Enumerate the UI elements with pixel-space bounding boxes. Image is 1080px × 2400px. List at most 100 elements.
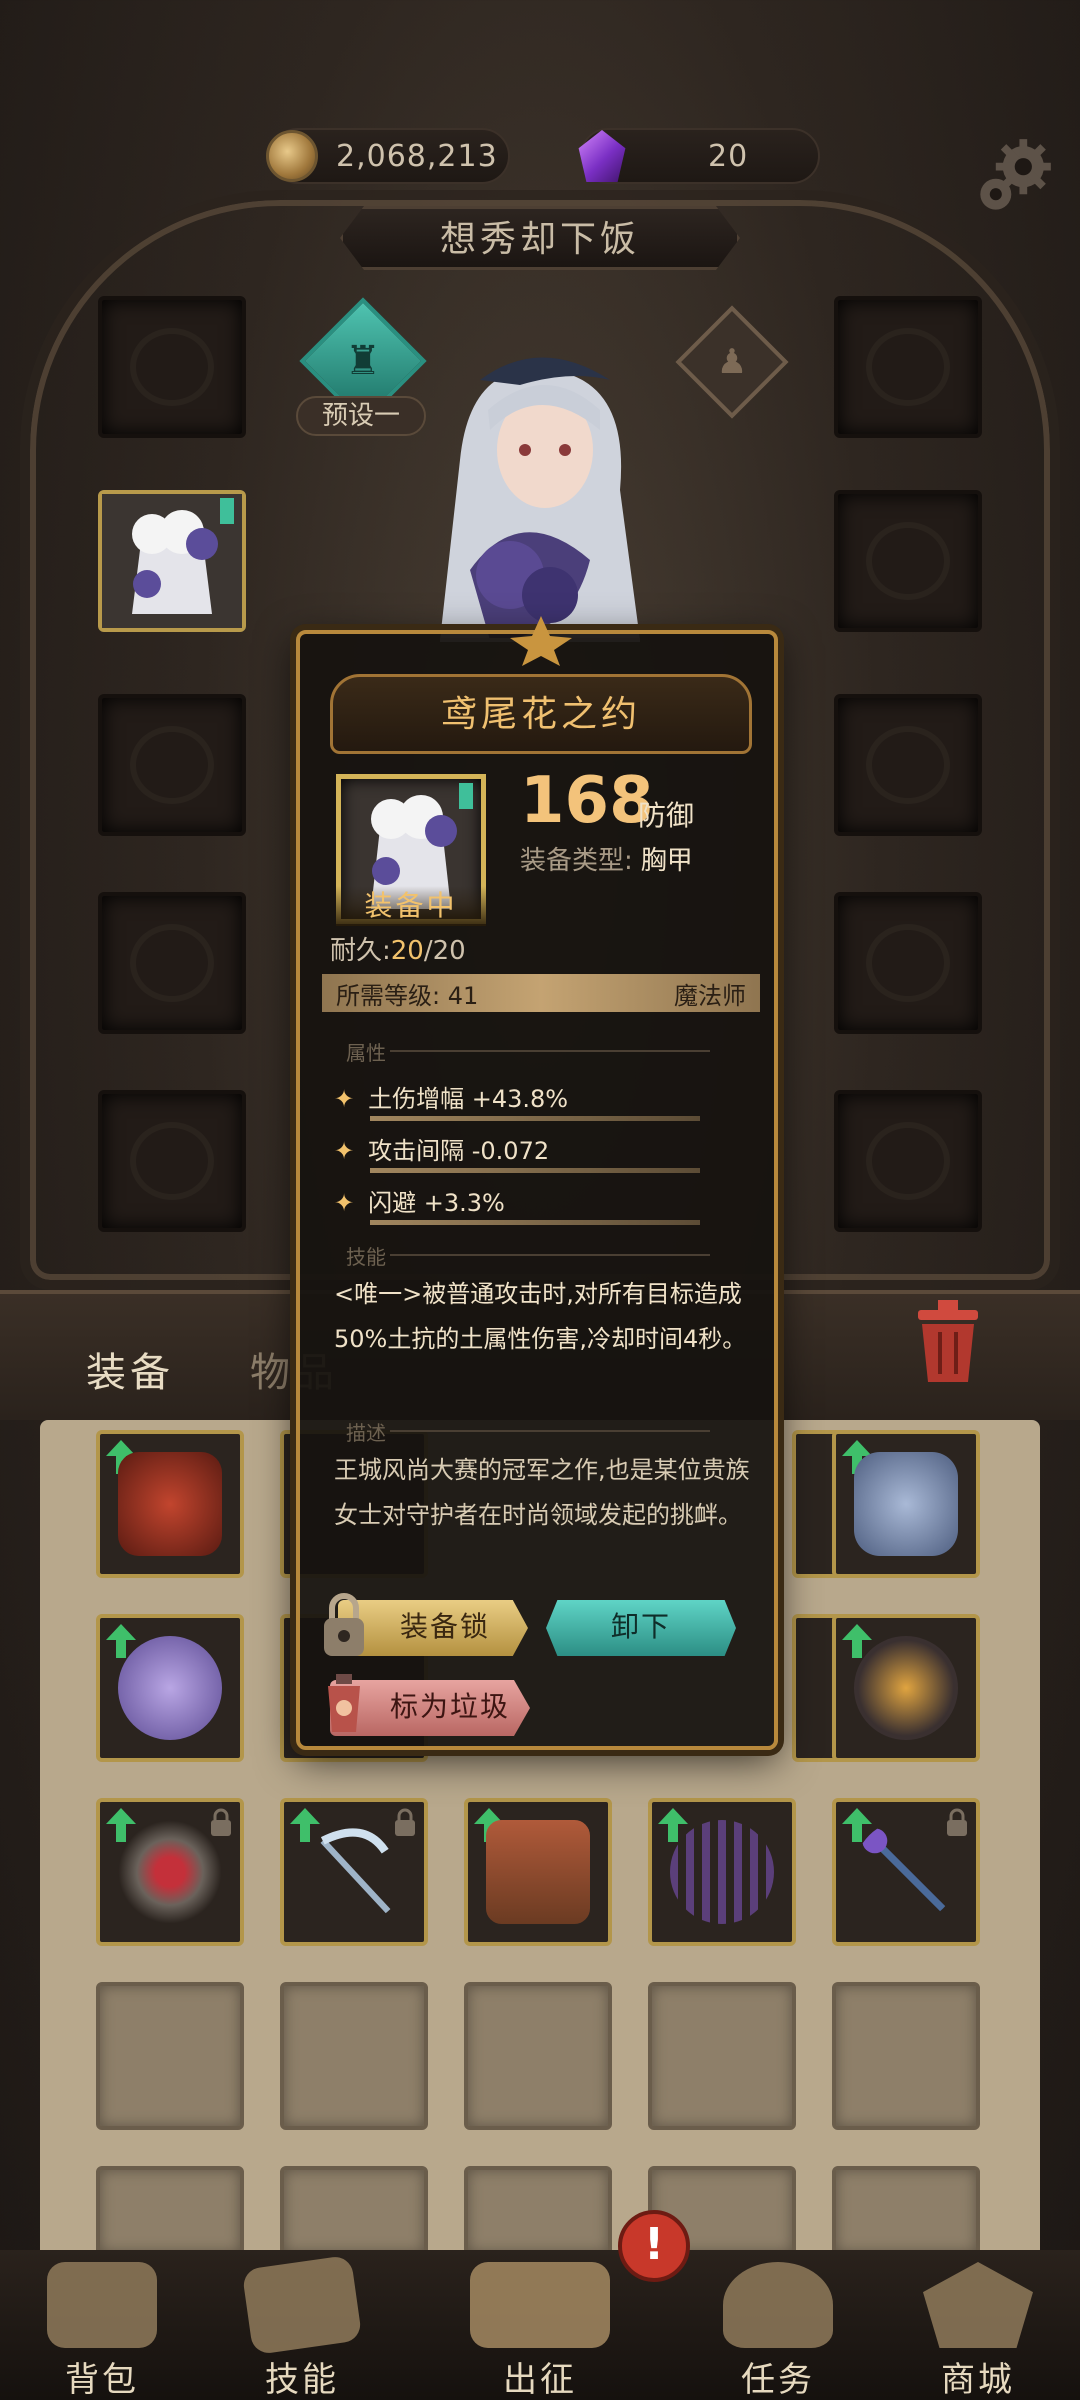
inventory-slot-empty[interactable] [280,1982,428,2130]
equipment-type-value: 胸甲 [640,846,693,876]
inventory-slot-empty[interactable] [648,1982,796,2130]
inventory-item-bracer[interactable] [464,1798,612,1946]
nav-skills[interactable]: 技能 [222,2254,382,2400]
quest-scroll-icon [723,2262,833,2348]
durability-label: 耐久: [330,936,391,966]
red-robe-icon [118,1452,222,1556]
divider [370,1168,700,1173]
trash-icon[interactable] [908,1296,988,1386]
expedition-alert-badge: ! [618,2210,690,2282]
section-attributes: 属性 [346,1041,386,1065]
padlock-icon [324,1593,364,1656]
lock-icon [211,1808,231,1836]
inventory-slot-empty[interactable] [464,1982,612,2130]
item-detail-popup: 鸢尾花之约 装备中 168 防御 装备类型: 胸甲 耐久:20/20 所需等级: … [296,616,778,1750]
unequip-button[interactable]: 卸下 [546,1600,736,1656]
attribute-row: ✦ 攻击间隔 -0.072 [334,1131,549,1166]
durability: 耐久:20/20 [330,930,466,967]
gloves-placeholder-icon [130,726,214,804]
iris-dress-icon [102,494,242,628]
inventory-slot-empty[interactable] [832,2166,980,2256]
nav-backpack-label: 背包 [65,2360,139,2400]
purple-gown-icon [118,1636,222,1740]
star-icon: ✦ [334,1085,355,1113]
equip-slot-offhand[interactable] [834,892,982,1034]
boots-placeholder-icon [130,1122,214,1200]
star-icon: ✦ [334,1137,355,1165]
purple-gem-icon [578,130,626,182]
inventory-slot-empty[interactable] [280,2166,428,2256]
required-class: 魔法师 [674,981,746,1010]
inventory-item-cage[interactable] [648,1798,796,1946]
inventory-item-blue-armor[interactable] [832,1430,980,1578]
amulet-placeholder-icon [866,522,950,600]
ornament-crown-icon [510,616,572,666]
section-skill: 技能 [346,1245,386,1269]
nav-expedition[interactable]: 出征 [460,2262,620,2400]
section-description: 描述 [346,1421,386,1445]
equip-slot-helmet[interactable] [98,296,246,438]
inventory-item-purple-gown[interactable] [96,1614,244,1762]
lock-icon [947,1808,967,1836]
tab-equipment[interactable]: 装备 [86,1340,174,1398]
inventory-item-scythe[interactable] [280,1798,428,1946]
inventory-slot-empty[interactable] [96,1982,244,2130]
item-title: 鸢尾花之约 [330,674,752,754]
inventory-slot-empty[interactable] [96,2166,244,2256]
equip-slot-shield[interactable] [834,1090,982,1232]
equip-slot-weapon[interactable] [834,296,982,438]
inventory-slot-empty[interactable] [832,1982,980,2130]
equipment-type-label: 装备类型: [520,846,633,876]
divider [370,1220,700,1225]
nav-shop[interactable]: 商城 [898,2262,1058,2400]
blue-armor-icon [854,1452,958,1556]
gold-counter: 2,068,213 [266,128,510,184]
equip-slot-gloves[interactable] [98,694,246,836]
ring-placeholder-icon [866,726,950,804]
durability-max: /20 [423,936,466,966]
staff-icon [862,1828,951,1917]
nav-backpack[interactable]: 背包 [22,2262,182,2400]
inventory-item-staff[interactable] [832,1798,980,1946]
inventory-slot-empty[interactable] [464,2166,612,2256]
equip-slot-legs[interactable] [98,892,246,1034]
requirement-bar: 所需等级: 41 魔法师 [322,974,760,1012]
nav-expedition-label: 出征 [503,2360,577,2400]
character-portrait [440,357,640,642]
backpack-icon [47,2262,157,2348]
helmet-placeholder-icon [130,328,214,406]
equipped-status: 装备中 [336,886,486,926]
weapon-placeholder-icon [866,328,950,406]
attribute-row: ✦ 土伤增幅 +43.8% [334,1079,568,1114]
inventory-item-dark-shell[interactable] [832,1614,980,1762]
equip-slot-amulet[interactable] [834,490,982,632]
nav-shop-label: 商城 [941,2360,1015,2400]
settings-gear-icon[interactable] [970,134,1056,220]
skill-description: <唯一>被普通攻击时,对所有目标造成50%土抗的土属性伤害,冷却时间4秒。 [334,1280,747,1353]
attribute-text: 闪避 +3.3% [368,1189,505,1217]
divider [370,1116,700,1121]
equip-slot-ring[interactable] [834,694,982,836]
durability-current: 20 [390,936,424,966]
skill-book-icon [241,2254,363,2356]
nav-quests[interactable]: 任务 [698,2262,858,2400]
cage-icon [670,1820,774,1924]
shop-crest-icon [923,2262,1033,2348]
bracer-icon [486,1820,590,1924]
equip-slot-boots[interactable] [98,1090,246,1232]
offhand-placeholder-icon [866,924,950,1002]
divider [390,1050,710,1052]
nav-skills-label: 技能 [265,2360,339,2400]
equipment-type: 装备类型: 胸甲 [520,840,693,877]
gold-amount: 2,068,213 [336,138,498,174]
attribute-text: 攻击间隔 -0.072 [368,1137,550,1165]
star-icon: ✦ [334,1189,355,1217]
inventory-item-red-robe[interactable] [96,1430,244,1578]
divider [390,1254,710,1256]
attribute-text: 土伤增幅 +43.8% [368,1085,569,1113]
legs-placeholder-icon [130,924,214,1002]
expedition-map-icon [470,2262,610,2348]
lock-icon [395,1808,415,1836]
inventory-item-ring[interactable] [96,1798,244,1946]
equip-slot-chest[interactable] [98,490,246,632]
